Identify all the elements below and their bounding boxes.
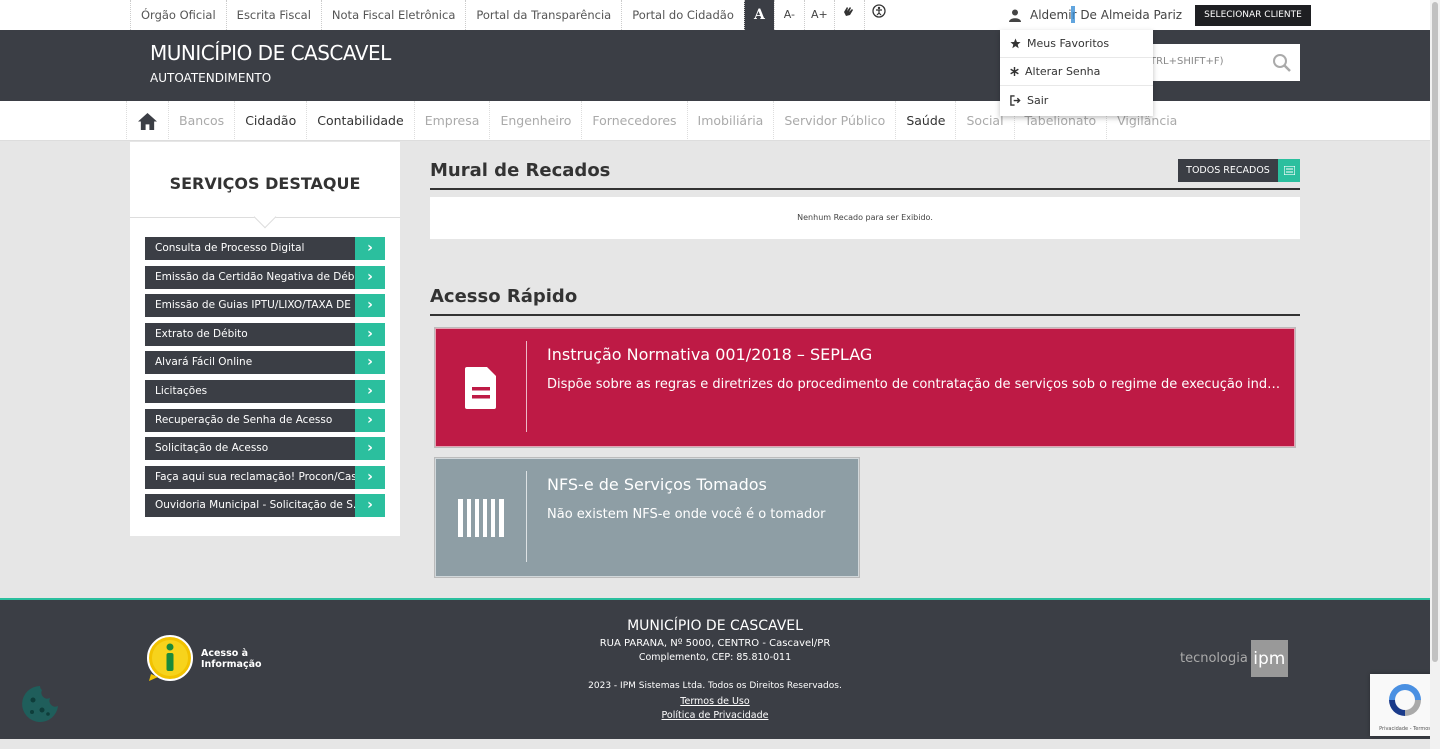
all-messages-button[interactable]: TODOS RECADOS (1178, 159, 1300, 182)
mural-title: Mural de Recados (430, 160, 1300, 190)
main-nav: Bancos Cidadão Contabilidade Empresa Eng… (0, 101, 1440, 141)
chevron-right-icon: › (355, 351, 385, 375)
page-scrollbar[interactable] (1430, 0, 1440, 749)
link-portal-transparencia[interactable]: Portal da Transparência (465, 0, 621, 30)
logout-icon (1010, 94, 1021, 106)
top-bar: Órgão Oficial Escrita Fiscal Nota Fiscal… (0, 0, 1440, 30)
menu-item-favoritos[interactable]: Meus Favoritos (1000, 30, 1153, 58)
link-nota-fiscal[interactable]: Nota Fiscal Eletrônica (320, 0, 465, 30)
search-icon[interactable] (1272, 53, 1292, 73)
chevron-right-icon: › (355, 494, 385, 518)
chevron-right-icon: › (355, 379, 385, 403)
service-item[interactable]: Consulta de Processo Digital › (145, 237, 385, 260)
home-icon[interactable] (126, 101, 168, 141)
sign-language-icon[interactable] (833, 0, 864, 30)
nav-item-imobiliaria[interactable]: Imobiliária (686, 101, 774, 141)
user-icon (1009, 9, 1021, 22)
footer-copyright: 2023 - IPM Sistemas Ltda. Todos os Direi… (588, 681, 842, 691)
footer: Acesso à Informação MUNICÍPIO DE CASCAVE… (0, 598, 1430, 739)
quick-access-title: Acesso Rápido (430, 286, 1300, 316)
link-escrita-fiscal[interactable]: Escrita Fiscal (225, 0, 321, 30)
user-name: Aldemir De Almeida Pariz (1030, 8, 1183, 22)
featured-services-title: SERVIÇOS DESTAQUE (130, 142, 400, 229)
terms-link[interactable]: Termos de Uso (500, 696, 930, 707)
asterisk-icon (1010, 67, 1019, 76)
nav-item-saude[interactable]: Saúde (895, 101, 955, 141)
nav-item-cidadao[interactable]: Cidadão (234, 101, 306, 141)
service-item[interactable]: Solicitação de Acesso › (145, 437, 385, 461)
top-links: Órgão Oficial Escrita Fiscal Nota Fiscal… (130, 0, 894, 30)
nav-item-fornecedores[interactable]: Fornecedores (581, 101, 686, 141)
brand[interactable]: MUNICÍPIO DE CASCAVEL AUTOATENDIMENTO (150, 41, 391, 85)
accessibility-icon[interactable] (863, 0, 894, 30)
quick-card-nfse-tomados[interactable]: NFS-e de Serviços Tomados Não existem NF… (434, 457, 860, 578)
search-hint: TRL+SHIFT+F) (1150, 56, 1224, 67)
card-description: Não existem NFS-e onde você é o tomador (547, 507, 826, 522)
featured-services-panel: SERVIÇOS DESTAQUE Consulta de Processo D… (130, 142, 400, 536)
user-menu-toggle[interactable]: Aldemir De Almeida Pariz (1008, 0, 1182, 30)
service-item[interactable]: Ouvidoria Municipal - Solicitação de S..… (145, 494, 385, 518)
font-decrease-button[interactable]: A- (773, 0, 804, 30)
footer-info: MUNICÍPIO DE CASCAVEL RUA PARANA, Nº 500… (500, 618, 930, 721)
font-increase-button[interactable]: A+ (803, 0, 834, 30)
mural-empty-message: Nenhum Recado para ser Exibido. (430, 197, 1300, 239)
chevron-right-icon: › (355, 265, 385, 289)
service-item[interactable]: Emissão da Certidão Negativa de Débi... › (145, 265, 385, 289)
card-description: Dispõe sobre as regras e diretrizes do p… (547, 377, 1282, 392)
nav-item-contabilidade[interactable]: Contabilidade (306, 101, 413, 141)
recaptcha-icon (1389, 684, 1421, 716)
list-icon (1278, 159, 1300, 182)
footer-address: RUA PARANA, Nº 5000, CENTRO - Cascavel/P… (599, 638, 831, 649)
cookie-icon[interactable] (20, 684, 60, 728)
link-portal-cidadao[interactable]: Portal do Cidadão (621, 0, 744, 30)
chevron-right-icon: › (355, 437, 385, 461)
nav-item-engenheiro[interactable]: Engenheiro (489, 101, 581, 141)
nav-item-empresa[interactable]: Empresa (413, 101, 490, 141)
footer-title: MUNICÍPIO DE CASCAVEL (627, 618, 803, 634)
chevron-right-icon: › (355, 408, 385, 432)
card-title: Instrução Normativa 001/2018 – SEPLAG (547, 345, 873, 364)
quick-card-instrucao-normativa[interactable]: Instrução Normativa 001/2018 – SEPLAG Di… (434, 327, 1296, 448)
info-icon (147, 635, 193, 681)
menu-item-alterar-senha[interactable]: Alterar Senha (1000, 58, 1153, 86)
site-subtitle: AUTOATENDIMENTO (150, 71, 272, 85)
service-item[interactable]: Recuperação de Senha de Acesso › (145, 408, 385, 432)
chevron-right-icon: › (355, 322, 385, 346)
search-input[interactable]: TRL+SHIFT+F) (1130, 44, 1300, 81)
user-dropdown: Meus Favoritos Alterar Senha Sair (1000, 30, 1153, 116)
chevron-right-icon: › (355, 465, 385, 489)
select-client-button[interactable]: SELECIONAR CLIENTE (1195, 5, 1311, 26)
text-cursor (1071, 6, 1075, 23)
service-item[interactable]: Licitações › (145, 379, 385, 403)
link-orgao-oficial[interactable]: Órgão Oficial (130, 0, 226, 30)
star-icon (1010, 38, 1021, 49)
header: MUNICÍPIO DE CASCAVEL AUTOATENDIMENTO TR… (0, 30, 1440, 101)
service-item[interactable]: Alvará Fácil Online › (145, 351, 385, 375)
nav-item-servidor-publico[interactable]: Servidor Público (773, 101, 895, 141)
nav-item-bancos[interactable]: Bancos (168, 101, 234, 141)
ipm-logo[interactable]: tecnologia ipm (1180, 640, 1288, 677)
card-title: NFS-e de Serviços Tomados (547, 475, 767, 494)
site-title: MUNICÍPIO DE CASCAVEL (150, 41, 391, 65)
access-info-link[interactable]: Acesso à Informação (145, 634, 262, 684)
barcode-icon (436, 459, 526, 576)
document-icon (436, 329, 526, 446)
chevron-right-icon: › (355, 294, 385, 318)
chevron-right-icon: › (355, 237, 385, 260)
footer-complement: Complemento, CEP: 85.810-011 (638, 652, 792, 663)
service-item[interactable]: Faça aqui sua reclamação! Procon/Cas... › (145, 465, 385, 489)
service-item[interactable]: Emissão de Guias IPTU/LIXO/TAXA DE ... › (145, 294, 385, 318)
featured-services-list: Consulta de Processo Digital › Emissão da… (145, 237, 385, 523)
privacy-link[interactable]: Política de Privacidade (500, 710, 930, 721)
font-normal-button[interactable]: A (743, 0, 774, 30)
menu-item-sair[interactable]: Sair (1000, 86, 1153, 114)
service-item[interactable]: Extrato de Débito › (145, 322, 385, 346)
